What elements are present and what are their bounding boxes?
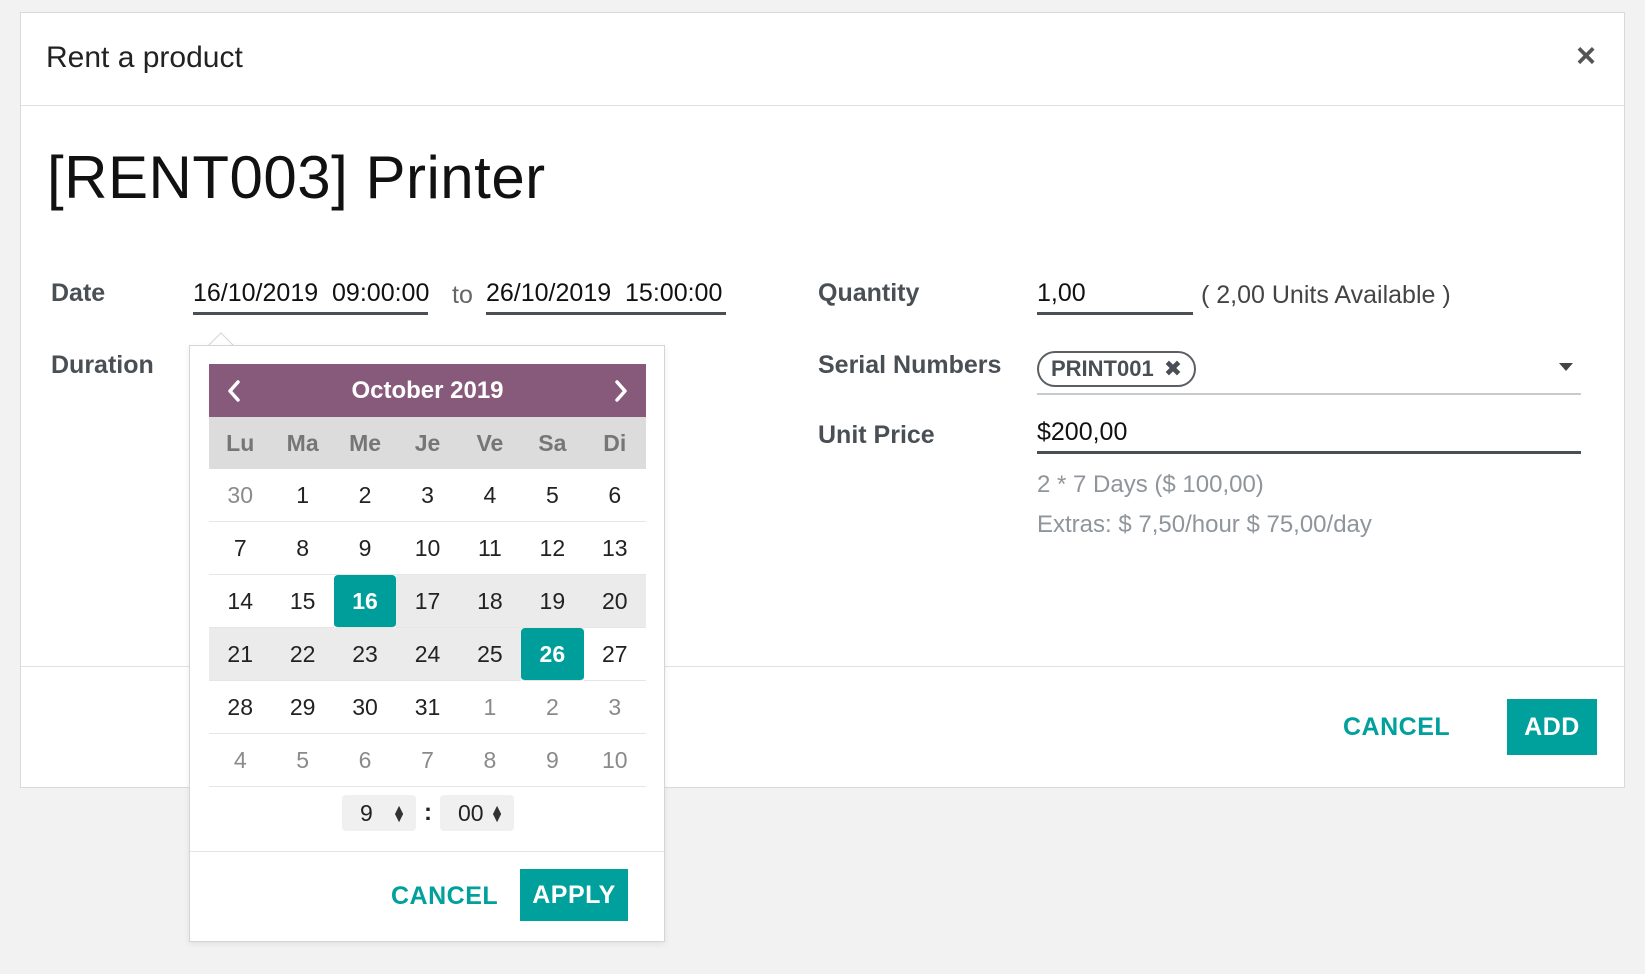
calendar-day[interactable]: 7 xyxy=(209,522,272,575)
chevron-left-icon[interactable] xyxy=(209,364,259,417)
date-label: Date xyxy=(51,279,106,307)
quantity-label: Quantity xyxy=(818,279,920,307)
weekday-label: Je xyxy=(414,429,441,456)
weekday-label: Lu xyxy=(226,429,255,456)
calendar-day-selected[interactable]: 26 xyxy=(521,628,584,681)
calendar-day[interactable]: 18 xyxy=(458,575,522,628)
calendar-day[interactable]: 25 xyxy=(458,628,522,681)
weekday-label: Ve xyxy=(476,429,504,456)
start-datetime-field[interactable]: 16/10/2019 09:00:00 xyxy=(193,279,430,315)
spinner-icon: ▲ ▼ xyxy=(392,801,406,825)
calendar-day[interactable]: 29 xyxy=(271,681,334,734)
cancel-button[interactable]: CANCEL xyxy=(1343,713,1450,742)
hour-select[interactable]: 9 ▲ ▼ xyxy=(342,795,416,831)
month-label: October 2019 xyxy=(351,376,504,404)
date-range-picker: October 2019 Lu Ma Me Je Ve Sa Di 30 1 2 3 4 5 6 7 8 9 1… xyxy=(189,345,665,942)
spinner-icon: ▲ ▼ xyxy=(490,801,504,825)
calendar-day[interactable]: 23 xyxy=(333,628,397,681)
calendar-day[interactable]: 31 xyxy=(396,681,459,734)
calendar-day[interactable]: 5 xyxy=(271,734,334,787)
extras-note: Extras: $ 7,50/hour $ 75,00/day xyxy=(1037,511,1372,538)
calendar-header: October 2019 xyxy=(209,364,646,417)
calendar-day[interactable]: 9 xyxy=(333,522,397,575)
calendar-day[interactable]: 11 xyxy=(458,522,522,575)
close-icon[interactable]: × xyxy=(1576,39,1596,73)
calendar-day[interactable]: 10 xyxy=(396,522,459,575)
chevron-down-icon[interactable] xyxy=(1559,363,1573,371)
serial-numbers-label: Serial Numbers xyxy=(818,351,1002,379)
weekday-label: Di xyxy=(603,429,627,456)
calendar-day[interactable]: 24 xyxy=(396,628,459,681)
dialog-title: Rent a product xyxy=(46,41,243,74)
calendar-day[interactable]: 1 xyxy=(271,469,334,522)
calendar-day-selected[interactable]: 16 xyxy=(333,575,397,628)
dialog-header: Rent a product × xyxy=(21,13,1624,106)
add-button[interactable]: ADD xyxy=(1507,699,1597,755)
calendar-day[interactable]: 15 xyxy=(271,575,334,628)
unit-price-label: Unit Price xyxy=(818,421,935,449)
calendar-day[interactable]: 12 xyxy=(521,522,584,575)
calendar-day[interactable]: 21 xyxy=(209,628,272,681)
unit-price-field[interactable]: $200,00 xyxy=(1037,418,1581,454)
end-time-value: 15:00:00 xyxy=(625,279,723,307)
calendar-day[interactable]: 4 xyxy=(209,734,272,787)
calendar-days-grid: 30 1 2 3 4 5 6 7 8 9 10 11 12 13 14 15 16 17 18 19 20 21 22 23 2… xyxy=(209,469,646,787)
serial-tag: PRINT001 ✖ xyxy=(1037,351,1197,387)
picker-cancel-button[interactable]: CANCEL xyxy=(391,882,498,911)
calendar-day[interactable]: 3 xyxy=(583,681,646,734)
calendar-day[interactable]: 3 xyxy=(396,469,459,522)
calendar-day[interactable]: 22 xyxy=(271,628,334,681)
calendar-day[interactable]: 5 xyxy=(521,469,584,522)
calendar-day[interactable]: 30 xyxy=(209,469,272,522)
start-date-value: 16/10/2019 xyxy=(193,279,319,307)
quantity-field[interactable]: 1,00 xyxy=(1037,279,1193,315)
calendar-day[interactable]: 13 xyxy=(583,522,646,575)
calendar-day[interactable]: 8 xyxy=(271,522,334,575)
weekday-header-row: Lu Ma Me Je Ve Sa Di xyxy=(209,417,646,469)
minute-select[interactable]: 00 ▲ ▼ xyxy=(440,795,514,831)
calendar-day[interactable]: 2 xyxy=(521,681,584,734)
calendar-day[interactable]: 1 xyxy=(458,681,522,734)
minute-value: 00 xyxy=(458,799,484,826)
calendar-day[interactable]: 28 xyxy=(209,681,272,734)
calendar-day[interactable]: 7 xyxy=(396,734,459,787)
calendar-day[interactable]: 20 xyxy=(583,575,646,628)
weekday-label: Ma xyxy=(286,429,319,456)
calendar-day[interactable]: 30 xyxy=(333,681,397,734)
calendar-day[interactable]: 27 xyxy=(583,628,646,681)
time-separator: : xyxy=(424,799,432,826)
weekday-label: Me xyxy=(349,429,382,456)
calendar-day[interactable]: 2 xyxy=(333,469,397,522)
start-time-value: 09:00:00 xyxy=(332,279,430,307)
time-selector: 9 ▲ ▼ : 00 ▲ ▼ xyxy=(190,793,666,833)
calendar-day[interactable]: 4 xyxy=(458,469,522,522)
price-computation-note: 2 * 7 Days ($ 100,00) xyxy=(1037,471,1264,498)
serial-tag-label: PRINT001 xyxy=(1051,356,1154,381)
calendar-day[interactable]: 19 xyxy=(521,575,584,628)
calendar-day[interactable]: 9 xyxy=(521,734,584,787)
end-datetime-field[interactable]: 26/10/2019 15:00:00 xyxy=(486,279,726,315)
units-available-text: ( 2,00 Units Available ) xyxy=(1201,281,1451,309)
product-title: [RENT003] Printer xyxy=(47,144,546,211)
calendar-day[interactable]: 14 xyxy=(209,575,272,628)
calendar-day[interactable]: 8 xyxy=(458,734,522,787)
apply-button[interactable]: APPLY xyxy=(520,869,628,921)
remove-tag-icon[interactable]: ✖ xyxy=(1164,353,1182,385)
calendar-day[interactable]: 6 xyxy=(583,469,646,522)
weekday-label: Sa xyxy=(538,429,567,456)
end-date-value: 26/10/2019 xyxy=(486,279,612,307)
chevron-right-icon[interactable] xyxy=(596,364,646,417)
calendar-day[interactable]: 6 xyxy=(333,734,397,787)
hour-value: 9 xyxy=(360,799,373,826)
calendar-day[interactable]: 17 xyxy=(396,575,459,628)
picker-footer: CANCEL APPLY xyxy=(190,851,664,941)
to-label: to xyxy=(452,281,473,309)
calendar-day[interactable]: 10 xyxy=(583,734,646,787)
duration-label: Duration xyxy=(51,351,154,379)
